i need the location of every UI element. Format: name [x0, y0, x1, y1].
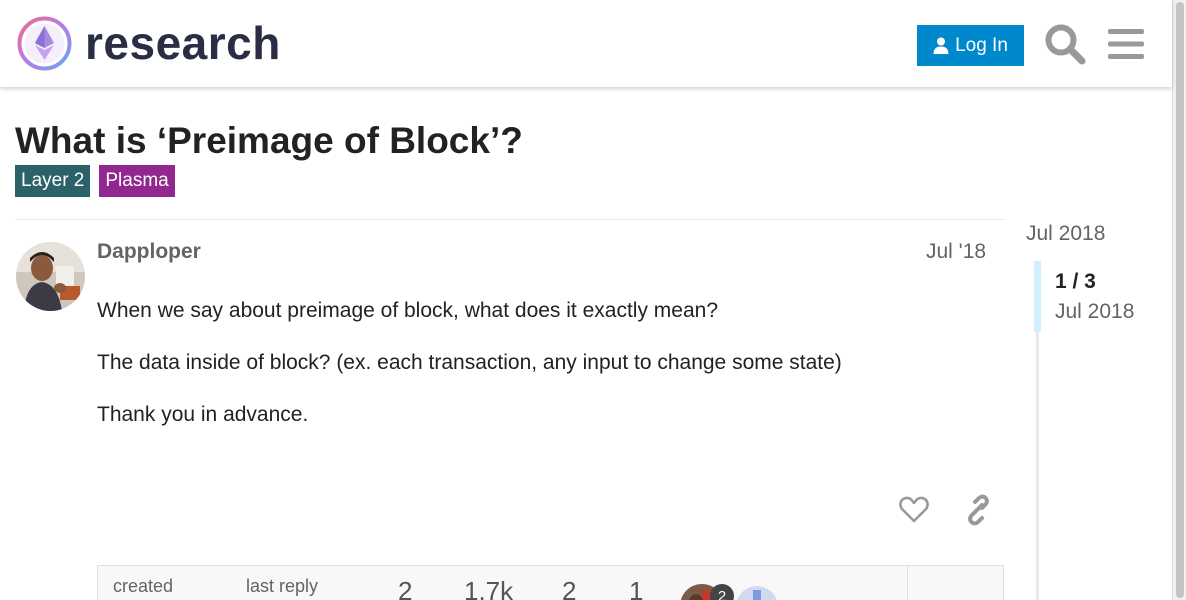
user-icon	[933, 37, 949, 54]
post-paragraph: When we say about preimage of block, wha…	[97, 299, 718, 322]
topic-tags: Layer 2 Plasma	[15, 165, 175, 197]
user-avatar-photo	[16, 242, 85, 311]
topic-title[interactable]: What is ‘Preimage of Block’?	[15, 120, 523, 162]
tag-plasma[interactable]: Plasma	[99, 165, 175, 197]
post-date[interactable]: Jul '18	[926, 240, 986, 264]
created-label: created	[113, 576, 174, 596]
site-header: research Log In	[0, 0, 1172, 87]
poster-post-count-badge: 2	[710, 584, 734, 600]
heart-icon[interactable]	[898, 494, 930, 526]
timeline-start-date[interactable]: Jul 2018	[1026, 222, 1105, 246]
avatar[interactable]	[736, 586, 778, 600]
link-icon[interactable]	[961, 494, 993, 526]
topic-map[interactable]: created last reply 2 1.7k 2 1 2	[97, 565, 1004, 600]
logo-mark-icon	[17, 16, 72, 71]
avatar[interactable]	[16, 242, 85, 311]
timeline-position: 1 / 3	[1055, 270, 1096, 293]
logo-text: research	[85, 17, 281, 69]
users-count: 2	[562, 576, 577, 600]
post-author-name[interactable]: Dapploper	[97, 240, 201, 264]
timeline-current-date: Jul 2018	[1055, 300, 1135, 323]
topic-map-separator	[907, 566, 908, 600]
poster-avatar-letter	[736, 586, 778, 600]
post-paragraph: Thank you in advance.	[97, 403, 309, 426]
title-divider	[15, 219, 1004, 220]
post-paragraph: The data inside of block? (ex. each tran…	[97, 351, 842, 374]
scrollbar-thumb[interactable]	[1176, 2, 1184, 598]
login-button[interactable]: Log In	[917, 25, 1024, 66]
last-reply-label: last reply	[246, 576, 319, 596]
tag-layer-2[interactable]: Layer 2	[15, 165, 91, 197]
replies-count: 2	[398, 576, 413, 600]
login-label: Log In	[955, 34, 1008, 56]
page-scrollbar[interactable]	[1172, 0, 1186, 600]
likes-count: 1	[629, 576, 644, 600]
timeline-handle[interactable]	[1034, 261, 1041, 332]
views-count: 1.7k	[464, 576, 514, 600]
search-icon[interactable]	[1043, 22, 1087, 66]
post-body: When we say about preimage of block, wha…	[97, 297, 997, 453]
hamburger-icon[interactable]	[1106, 24, 1146, 64]
site-logo[interactable]: research	[16, 15, 281, 72]
